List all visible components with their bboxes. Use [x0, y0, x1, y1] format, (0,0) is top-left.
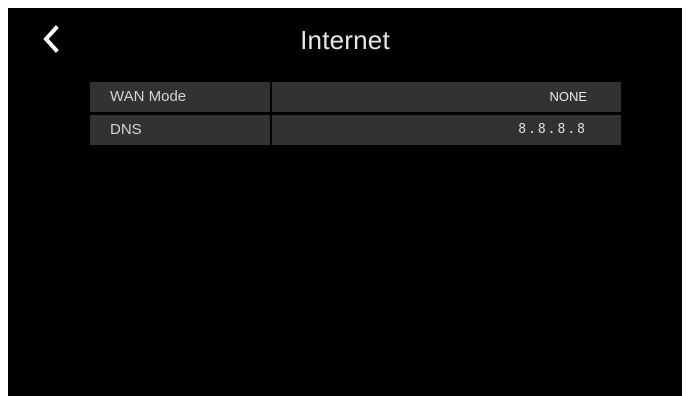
setting-label-wan-mode: WAN Mode: [90, 82, 270, 112]
setting-row-wan-mode[interactable]: WAN Mode NONE: [90, 82, 621, 112]
setting-row-dns[interactable]: DNS 8.8.8.8: [90, 115, 621, 145]
setting-label-dns: DNS: [90, 115, 270, 145]
setting-value-wan-mode: NONE: [272, 82, 621, 112]
settings-table: WAN Mode NONE DNS 8.8.8.8: [90, 82, 621, 148]
page-title: Internet: [300, 25, 390, 55]
setting-value-dns: 8.8.8.8: [272, 115, 621, 145]
internet-screen: Internet WAN Mode NONE DNS 8.8.8.8: [8, 8, 682, 396]
header-bar: Internet: [8, 8, 682, 74]
